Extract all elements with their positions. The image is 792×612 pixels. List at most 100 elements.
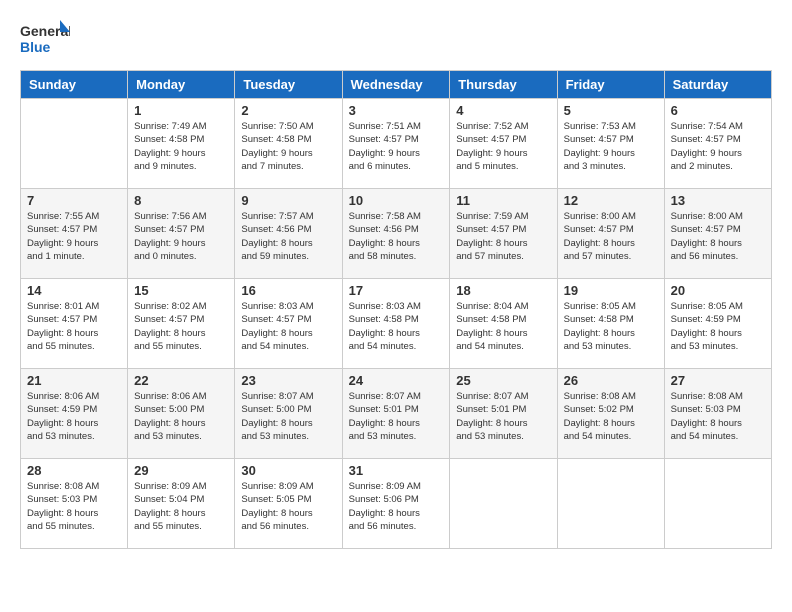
day-detail: Sunrise: 8:05 AM Sunset: 4:59 PM Dayligh… [671, 300, 765, 353]
calendar-day-cell: 7Sunrise: 7:55 AM Sunset: 4:57 PM Daylig… [21, 189, 128, 279]
calendar-day-header: Saturday [664, 71, 771, 99]
calendar-day-cell: 17 Sunrise: 8:03 AM Sunset: 4:58 PM Dayli… [342, 279, 450, 369]
day-number: 1 [134, 103, 228, 118]
day-detail: Sunrise: 7:54 AM Sunset: 4:57 PM Dayligh… [671, 120, 765, 173]
day-detail: Sunrise: 7:51 AM Sunset: 4:57 PM Dayligh… [349, 120, 444, 173]
svg-text:Blue: Blue [20, 39, 51, 55]
calendar-week-row: 14 Sunrise: 8:01 AM Sunset: 4:57 PM Dayli… [21, 279, 772, 369]
day-detail: Sunrise: 8:07 AM Sunset: 5:01 PM Dayligh… [349, 390, 444, 443]
day-detail: Sunrise: 7:50 AM Sunset: 4:58 PM Dayligh… [241, 120, 335, 173]
day-number: 14 [27, 283, 121, 298]
logo-icon: GeneralBlue [20, 20, 70, 60]
day-detail: Sunrise: 8:02 AM Sunset: 4:57 PM Dayligh… [134, 300, 228, 353]
day-detail: Sunrise: 8:06 AM Sunset: 5:00 PM Dayligh… [134, 390, 228, 443]
calendar-day-cell: 16Sunrise: 8:03 AM Sunset: 4:57 PM Dayli… [235, 279, 342, 369]
day-detail: Sunrise: 8:03 AM Sunset: 4:57 PM Dayligh… [241, 300, 335, 353]
day-detail: Sunrise: 8:04 AM Sunset: 4:58 PM Dayligh… [456, 300, 550, 353]
day-number: 9 [241, 193, 335, 208]
day-number: 6 [671, 103, 765, 118]
day-detail: Sunrise: 8:07 AM Sunset: 5:01 PM Dayligh… [456, 390, 550, 443]
day-detail: Sunrise: 8:06 AM Sunset: 4:59 PM Dayligh… [27, 390, 121, 443]
page-header: GeneralBlue [20, 20, 772, 60]
calendar-day-cell [557, 459, 664, 549]
day-detail: Sunrise: 8:01 AM Sunset: 4:57 PM Dayligh… [27, 300, 121, 353]
calendar-day-cell: 20 Sunrise: 8:05 AM Sunset: 4:59 PM Dayli… [664, 279, 771, 369]
calendar-day-cell: 22 Sunrise: 8:06 AM Sunset: 5:00 PM Dayli… [128, 369, 235, 459]
day-number: 26 [564, 373, 658, 388]
calendar-week-row: 21 Sunrise: 8:06 AM Sunset: 4:59 PM Dayli… [21, 369, 772, 459]
calendar-day-header: Tuesday [235, 71, 342, 99]
calendar-day-cell: 26 Sunrise: 8:08 AM Sunset: 5:02 PM Dayli… [557, 369, 664, 459]
day-number: 19 [564, 283, 658, 298]
calendar-week-row: 28 Sunrise: 8:08 AM Sunset: 5:03 PM Dayli… [21, 459, 772, 549]
calendar-day-cell: 31 Sunrise: 8:09 AM Sunset: 5:06 PM Dayli… [342, 459, 450, 549]
calendar-day-cell: 6 Sunrise: 7:54 AM Sunset: 4:57 PM Daylig… [664, 99, 771, 189]
day-number: 18 [456, 283, 550, 298]
day-number: 13 [671, 193, 765, 208]
day-number: 5 [564, 103, 658, 118]
day-number: 3 [349, 103, 444, 118]
day-detail: Sunrise: 8:08 AM Sunset: 5:03 PM Dayligh… [671, 390, 765, 443]
calendar-day-cell: 30 Sunrise: 8:09 AM Sunset: 5:05 PM Dayli… [235, 459, 342, 549]
day-number: 22 [134, 373, 228, 388]
calendar-day-cell: 24 Sunrise: 8:07 AM Sunset: 5:01 PM Dayli… [342, 369, 450, 459]
day-number: 7 [27, 193, 121, 208]
calendar-day-cell: 13 Sunrise: 8:00 AM Sunset: 4:57 PM Dayli… [664, 189, 771, 279]
day-number: 15 [134, 283, 228, 298]
day-detail: Sunrise: 8:00 AM Sunset: 4:57 PM Dayligh… [564, 210, 658, 263]
calendar-day-cell [664, 459, 771, 549]
day-number: 30 [241, 463, 335, 478]
day-number: 23 [241, 373, 335, 388]
day-number: 10 [349, 193, 444, 208]
calendar-day-cell: 5 Sunrise: 7:53 AM Sunset: 4:57 PM Daylig… [557, 99, 664, 189]
day-detail: Sunrise: 8:09 AM Sunset: 5:05 PM Dayligh… [241, 480, 335, 533]
day-detail: Sunrise: 7:58 AM Sunset: 4:56 PM Dayligh… [349, 210, 444, 263]
day-number: 29 [134, 463, 228, 478]
day-detail: Sunrise: 8:03 AM Sunset: 4:58 PM Dayligh… [349, 300, 444, 353]
calendar-day-cell: 3 Sunrise: 7:51 AM Sunset: 4:57 PM Daylig… [342, 99, 450, 189]
calendar-table: SundayMondayTuesdayWednesdayThursdayFrid… [20, 70, 772, 549]
day-number: 2 [241, 103, 335, 118]
day-detail: Sunrise: 8:00 AM Sunset: 4:57 PM Dayligh… [671, 210, 765, 263]
day-number: 25 [456, 373, 550, 388]
day-detail: Sunrise: 8:09 AM Sunset: 5:06 PM Dayligh… [349, 480, 444, 533]
calendar-day-cell: 21 Sunrise: 8:06 AM Sunset: 4:59 PM Dayli… [21, 369, 128, 459]
day-number: 27 [671, 373, 765, 388]
day-number: 4 [456, 103, 550, 118]
calendar-day-cell: 19 Sunrise: 8:05 AM Sunset: 4:58 PM Dayli… [557, 279, 664, 369]
calendar-day-cell: 1 Sunrise: 7:49 AM Sunset: 4:58 PM Daylig… [128, 99, 235, 189]
calendar-day-cell: 8 Sunrise: 7:56 AM Sunset: 4:57 PM Daylig… [128, 189, 235, 279]
calendar-week-row: 1 Sunrise: 7:49 AM Sunset: 4:58 PM Daylig… [21, 99, 772, 189]
day-detail: Sunrise: 7:56 AM Sunset: 4:57 PM Dayligh… [134, 210, 228, 263]
day-number: 12 [564, 193, 658, 208]
day-detail: Sunrise: 7:53 AM Sunset: 4:57 PM Dayligh… [564, 120, 658, 173]
calendar-day-cell: 9Sunrise: 7:57 AM Sunset: 4:56 PM Daylig… [235, 189, 342, 279]
day-detail: Sunrise: 8:08 AM Sunset: 5:02 PM Dayligh… [564, 390, 658, 443]
calendar-day-header: Friday [557, 71, 664, 99]
day-number: 21 [27, 373, 121, 388]
calendar-day-cell [21, 99, 128, 189]
day-number: 28 [27, 463, 121, 478]
day-number: 20 [671, 283, 765, 298]
calendar-day-cell: 14 Sunrise: 8:01 AM Sunset: 4:57 PM Dayli… [21, 279, 128, 369]
day-number: 8 [134, 193, 228, 208]
day-detail: Sunrise: 8:05 AM Sunset: 4:58 PM Dayligh… [564, 300, 658, 353]
day-number: 24 [349, 373, 444, 388]
calendar-header-row: SundayMondayTuesdayWednesdayThursdayFrid… [21, 71, 772, 99]
day-detail: Sunrise: 8:08 AM Sunset: 5:03 PM Dayligh… [27, 480, 121, 533]
calendar-week-row: 7Sunrise: 7:55 AM Sunset: 4:57 PM Daylig… [21, 189, 772, 279]
logo: GeneralBlue [20, 20, 70, 60]
day-number: 17 [349, 283, 444, 298]
calendar-day-cell: 18 Sunrise: 8:04 AM Sunset: 4:58 PM Dayli… [450, 279, 557, 369]
day-detail: Sunrise: 7:59 AM Sunset: 4:57 PM Dayligh… [456, 210, 550, 263]
calendar-day-cell: 11 Sunrise: 7:59 AM Sunset: 4:57 PM Dayli… [450, 189, 557, 279]
day-number: 31 [349, 463, 444, 478]
calendar-day-cell: 4Sunrise: 7:52 AM Sunset: 4:57 PM Daylig… [450, 99, 557, 189]
calendar-day-cell: 29Sunrise: 8:09 AM Sunset: 5:04 PM Dayli… [128, 459, 235, 549]
calendar-day-header: Monday [128, 71, 235, 99]
day-detail: Sunrise: 8:07 AM Sunset: 5:00 PM Dayligh… [241, 390, 335, 443]
day-number: 11 [456, 193, 550, 208]
calendar-day-cell: 28 Sunrise: 8:08 AM Sunset: 5:03 PM Dayli… [21, 459, 128, 549]
calendar-day-cell: 10 Sunrise: 7:58 AM Sunset: 4:56 PM Dayli… [342, 189, 450, 279]
day-detail: Sunrise: 7:49 AM Sunset: 4:58 PM Dayligh… [134, 120, 228, 173]
